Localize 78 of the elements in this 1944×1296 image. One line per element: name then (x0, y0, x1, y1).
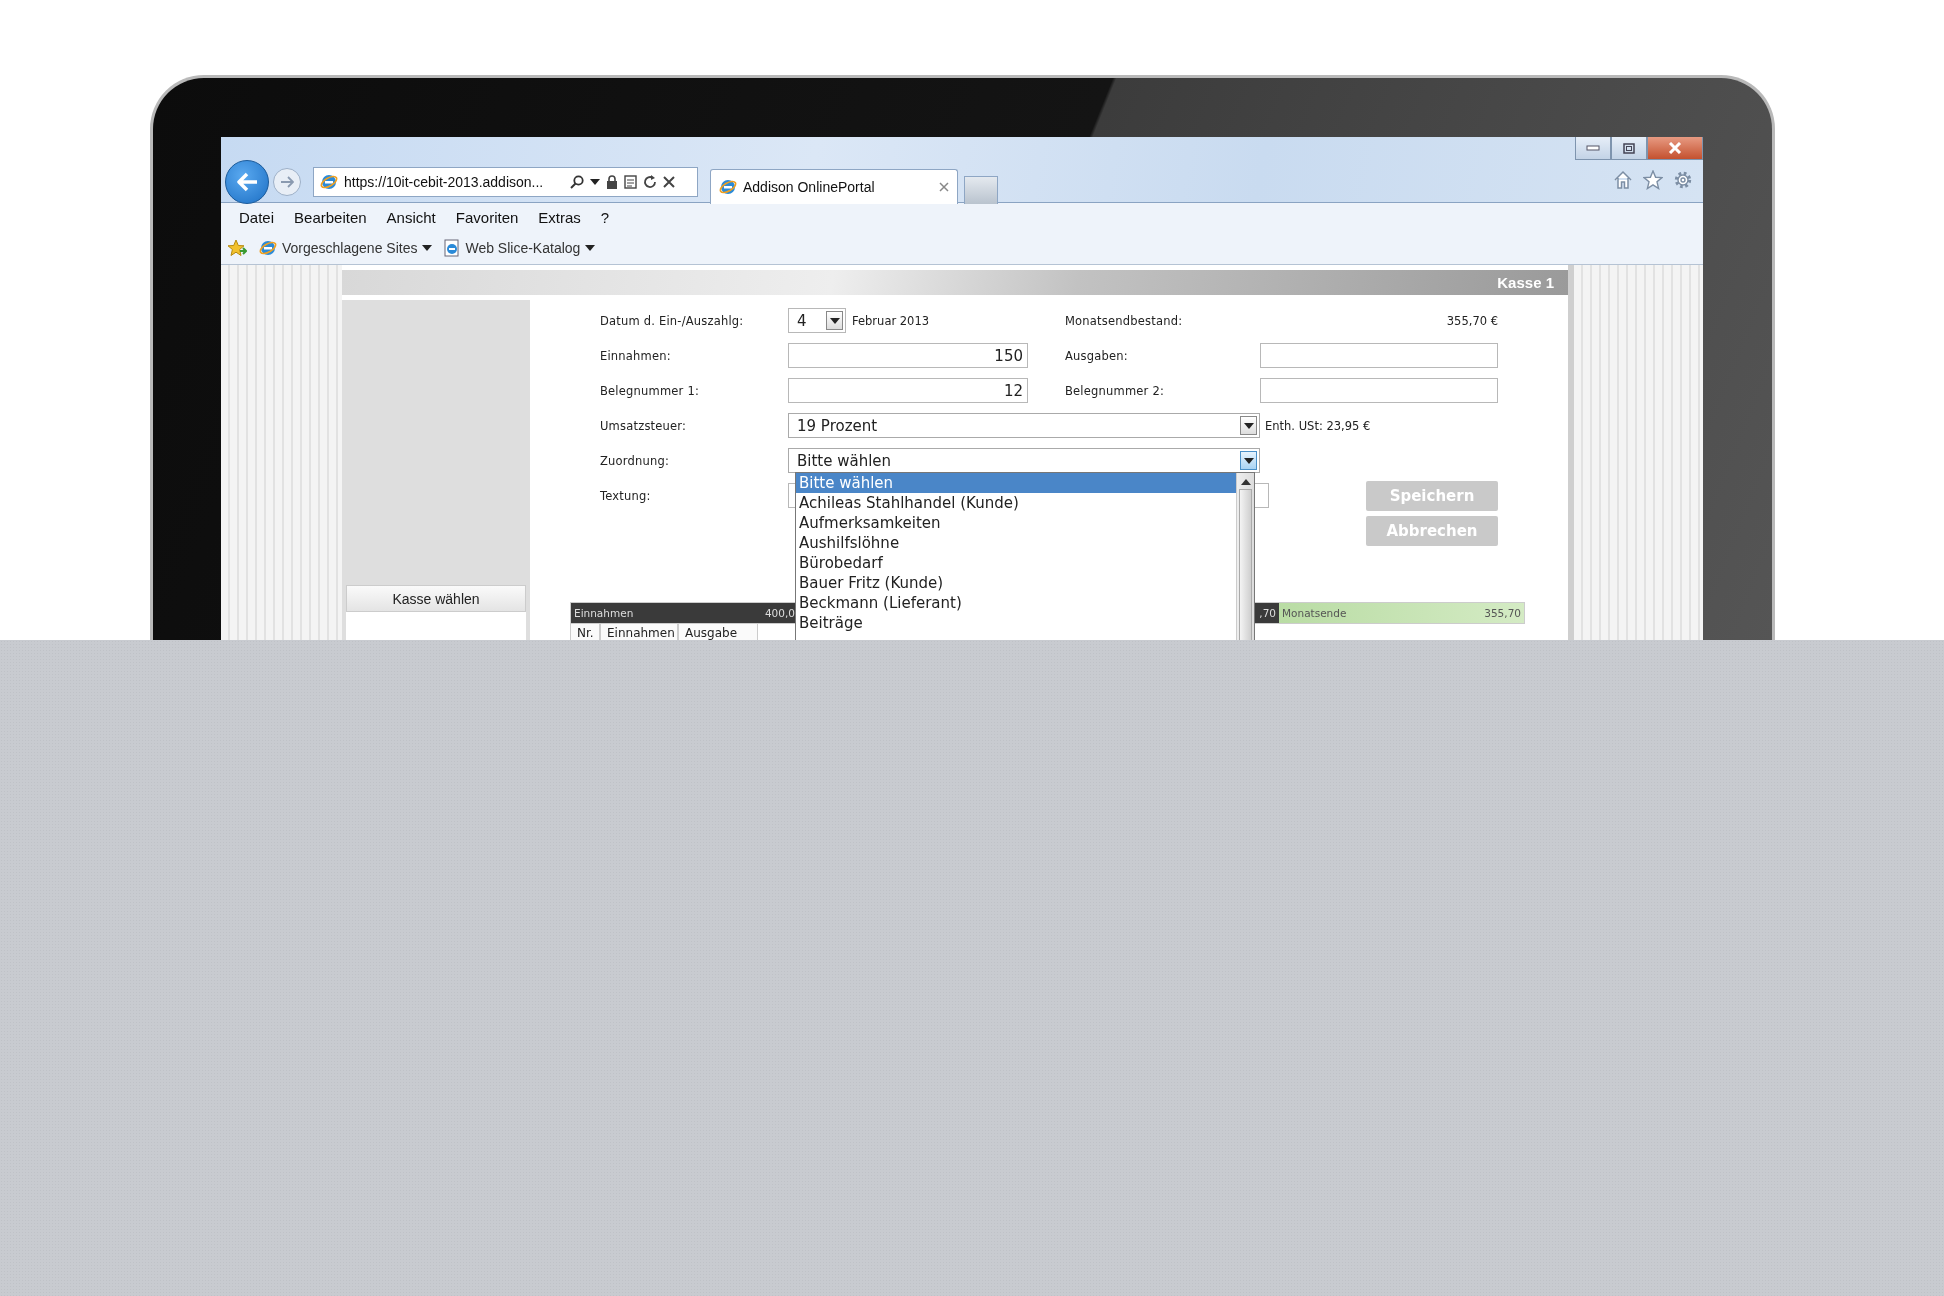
refresh-icon[interactable] (643, 175, 657, 189)
caret-icon (590, 179, 600, 185)
globe-icon (719, 178, 737, 196)
menu-item[interactable]: Favoriten (445, 209, 529, 226)
new-tab-button[interactable] (964, 176, 998, 204)
caret-icon (585, 245, 596, 251)
address-bar[interactable]: https://10it-cebit-2013.addison... (313, 167, 698, 197)
field-label: Ausgaben: (1065, 348, 1129, 363)
menu-item[interactable]: Extras (528, 209, 591, 226)
globe-icon (320, 173, 338, 191)
dropdown-option[interactable]: Bauer Fritz (Kunde) (796, 573, 1236, 593)
panel-title: Kasse wählen (346, 585, 526, 612)
url-text: https://10it-cebit-2013.addison... (344, 174, 545, 190)
input-field[interactable]: 150 (788, 343, 1028, 368)
page-title: Kasse 1 (1497, 274, 1554, 291)
star-icon[interactable] (1643, 170, 1663, 190)
favorites-link[interactable]: Vorgeschlagene Sites (282, 240, 418, 256)
dropdown-option[interactable]: Beckmann (Lieferant) (796, 593, 1236, 613)
close-icon[interactable] (663, 176, 675, 188)
back-button[interactable] (225, 160, 269, 204)
column-header[interactable]: Nr. (570, 624, 600, 640)
field-label: Belegnummer 1: (600, 383, 700, 398)
home-icon[interactable] (1613, 170, 1633, 190)
column-header[interactable]: Einnahmen (600, 624, 678, 640)
page-icon (444, 239, 461, 257)
day-select[interactable]: 4 (788, 308, 846, 333)
arrow-right-icon (280, 176, 294, 188)
tax-note: Enth. USt: 23,95 € (1264, 418, 1372, 433)
month-label: Februar 2013 (852, 313, 930, 328)
scrollbar[interactable] (1236, 473, 1254, 640)
bar-value: ,70 (1259, 607, 1276, 619)
input-field[interactable] (1260, 343, 1498, 368)
field-label: Einnahmen: (600, 348, 672, 363)
arrow-left-icon (236, 172, 258, 192)
bar-label: Einnahmen (574, 607, 634, 619)
dropdown-option[interactable]: Aushilfslöhne (796, 533, 1236, 553)
dropdown-option[interactable]: Bürobedarf (796, 553, 1236, 573)
document-icon[interactable] (624, 175, 637, 189)
dropdown-option[interactable]: Bitte wählen (796, 473, 1236, 493)
caret-up-icon (1240, 478, 1251, 486)
favorites-link[interactable]: Web Slice-Katalog (465, 240, 581, 256)
caret-icon (1243, 422, 1254, 429)
menu-item[interactable]: Bearbeiten (284, 209, 377, 226)
forward-button[interactable] (273, 168, 301, 196)
caret-icon (422, 245, 433, 251)
field-label: Belegnummer 2: (1065, 383, 1165, 398)
caret-icon (1243, 457, 1254, 464)
restore-icon (1623, 142, 1635, 154)
star-icon[interactable] (227, 239, 247, 257)
settings-icon[interactable] (1673, 170, 1693, 190)
menu-item[interactable]: Ansicht (376, 209, 446, 226)
input-field[interactable] (1260, 378, 1498, 403)
globe-icon (259, 239, 277, 257)
dropdown-option[interactable]: Aufmerksamkeiten (796, 513, 1236, 533)
field-label: Umsatzsteuer: (600, 418, 688, 433)
browser-tab[interactable]: Addison OnlinePortal (710, 169, 958, 204)
field-label: Datum d. Ein-/Auszahlg: (600, 313, 745, 328)
field-label: Monatsendbestand: (1065, 313, 1184, 328)
minimize-icon (1586, 145, 1600, 151)
dropdown-option[interactable]: Beiträge (796, 613, 1236, 633)
bar-value: 400,0 (764, 607, 795, 619)
lock-icon (606, 175, 618, 189)
caret-icon (829, 317, 840, 324)
balance-value: 355,70 € (1446, 313, 1498, 328)
dropdown-option[interactable]: Achileas Stahlhandel (Kunde) (796, 493, 1236, 513)
field-label: Zuordnung: (600, 453, 671, 468)
field-label: Textung: (600, 488, 652, 503)
search-icon[interactable] (570, 175, 584, 189)
input-field[interactable]: 12 (788, 378, 1028, 403)
close-icon (1668, 142, 1682, 154)
dropdown-field[interactable]: 19 Prozent (788, 413, 1260, 438)
bar-value: 355,70 (1484, 607, 1521, 619)
maximize-button[interactable] (1611, 137, 1647, 160)
column-header[interactable]: Ausgabe (678, 624, 758, 640)
menu-item[interactable]: ? (590, 209, 620, 226)
bar-label: Monatsende (1282, 607, 1347, 619)
menu-item[interactable]: Datei (229, 209, 285, 226)
close-button[interactable] (1647, 137, 1703, 160)
